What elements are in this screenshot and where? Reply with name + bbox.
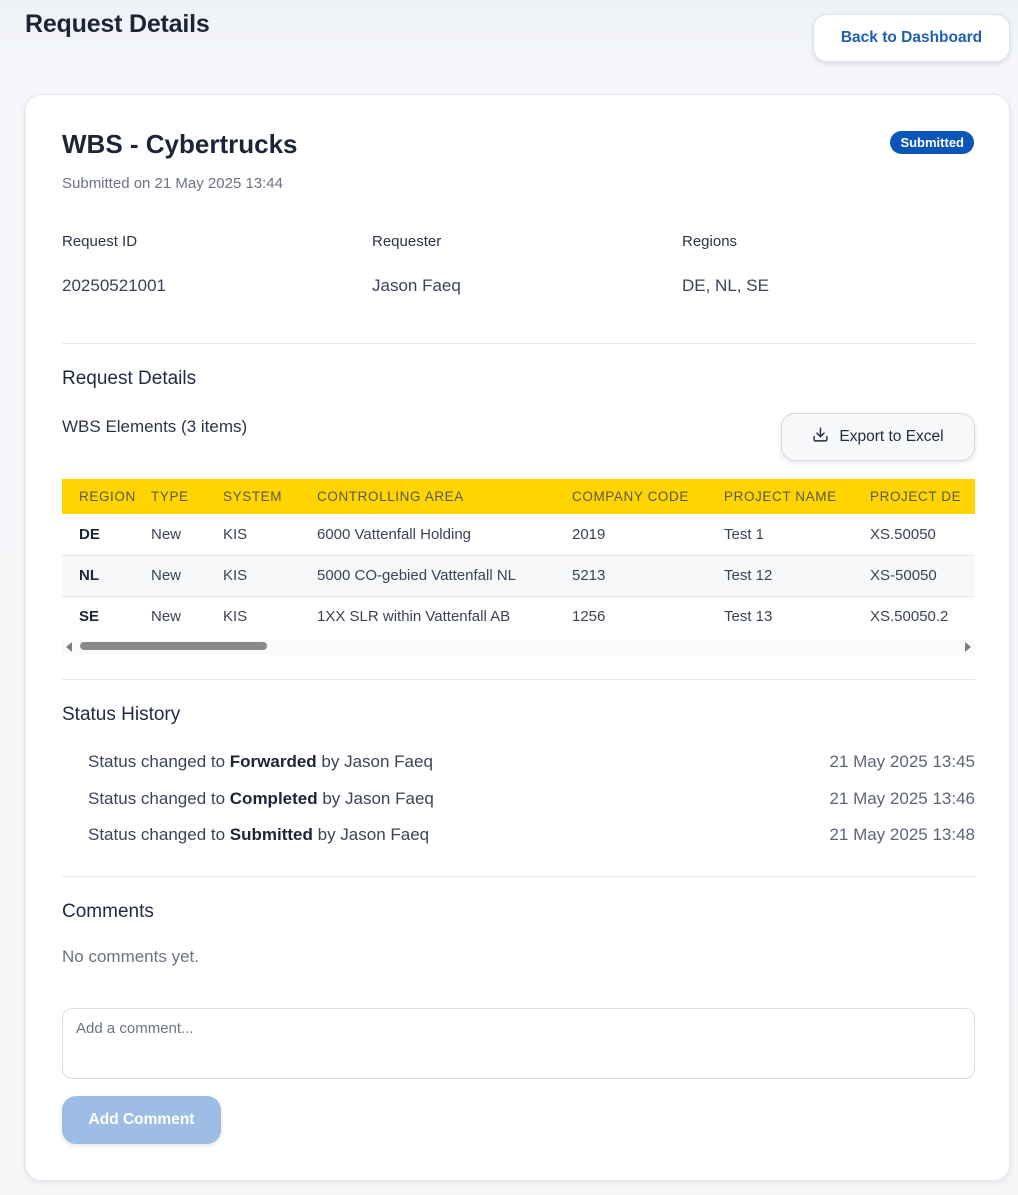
table-cell: 2019 — [572, 525, 606, 543]
column-header-controlling-area[interactable]: CONTROLLING AREA — [317, 479, 572, 514]
column-header-company-code[interactable]: COMPANY CODE — [572, 479, 724, 514]
wbs-elements-label: WBS Elements (3 items) — [62, 417, 248, 436]
table-cell: XS.50050 — [870, 525, 936, 543]
column-header-region[interactable]: REGION — [62, 479, 151, 514]
meta-regions: Regions DE, NL, SE — [682, 233, 769, 295]
divider — [62, 343, 975, 344]
table-cell: 5213 — [572, 567, 606, 584]
history-item: Status changed to Submitted by Jason Fae… — [88, 825, 975, 845]
history-text: Status changed to Submitted by Jason Fae… — [88, 825, 430, 844]
history-text: Status changed to Forwarded by Jason Fae… — [88, 752, 433, 771]
wbs-table: REGION TYPE SYSTEM CONTROLLING AREA COMP… — [62, 479, 975, 637]
table-cell: 6000 Vattenfall Holding — [317, 525, 471, 543]
history-time: 21 May 2025 13:46 — [829, 789, 975, 808]
table-cell: 1XX SLR within Vattenfall AB — [317, 608, 511, 626]
submitted-on-text: Submitted on 21 May 2025 13:44 — [62, 175, 283, 192]
table-cell: 1256 — [572, 608, 606, 626]
table-row: DE New KIS 6000 Vattenfall Holding 2019 … — [62, 514, 975, 555]
table-cell: NL — [79, 567, 99, 584]
export-label: Export to Excel — [839, 428, 944, 445]
column-header-project-description[interactable]: PROJECT DE — [870, 479, 975, 514]
page-title: Request Details — [25, 10, 210, 38]
table-row: SE New KIS 1XX SLR within Vattenfall AB … — [62, 596, 975, 637]
request-card: WBS - Cybertrucks Submitted on 21 May 20… — [25, 94, 1010, 1181]
scroll-right-arrow-icon[interactable] — [965, 642, 971, 652]
page: Request Details Back to Dashboard WBS - … — [0, 0, 1018, 1195]
table-cell: New — [151, 608, 182, 626]
table-cell: 5000 CO-gebied Vattenfall NL — [317, 567, 517, 584]
table-cell: Test 13 — [724, 608, 773, 626]
table-cell: DE — [79, 525, 100, 543]
meta-request-id: Request ID 20250521001 — [62, 233, 166, 295]
history-time: 21 May 2025 13:48 — [829, 825, 975, 844]
history-text: Status changed to Completed by Jason Fae… — [88, 789, 434, 808]
wbs-table-container[interactable]: REGION TYPE SYSTEM CONTROLLING AREA COMP… — [62, 479, 975, 655]
history-time: 21 May 2025 13:45 — [829, 752, 975, 771]
meta-value: 20250521001 — [62, 276, 167, 295]
export-to-excel-button[interactable]: Export to Excel — [781, 413, 975, 461]
divider — [62, 679, 975, 680]
table-cell: XS-50050 — [870, 567, 937, 584]
no-comments-text: No comments yet. — [62, 947, 199, 966]
table-cell: Test 1 — [724, 525, 765, 543]
meta-label: Request ID — [62, 233, 138, 250]
scroll-left-arrow-icon[interactable] — [66, 642, 72, 652]
table-cell: KIS — [223, 608, 248, 626]
divider — [62, 876, 975, 877]
comment-input[interactable] — [62, 1008, 975, 1079]
table-cell: XS.50050.2 — [870, 608, 949, 626]
table-cell: SE — [79, 608, 100, 626]
table-cell: New — [151, 525, 182, 543]
meta-label: Requester — [372, 233, 442, 250]
request-title: WBS - Cybertrucks — [62, 129, 298, 159]
column-header-project-name[interactable]: PROJECT NAME — [724, 479, 870, 514]
scrollbar-thumb[interactable] — [80, 642, 267, 650]
table-cell: Test 12 — [724, 567, 773, 584]
table-cell: New — [151, 567, 182, 584]
table-row: NL New KIS 5000 CO-gebied Vattenfall NL … — [62, 555, 975, 596]
status-history-heading: Status History — [62, 704, 181, 725]
add-comment-button[interactable]: Add Comment — [62, 1096, 221, 1144]
history-item: Status changed to Completed by Jason Fae… — [88, 789, 975, 809]
meta-label: Regions — [682, 233, 738, 250]
request-details-heading: Request Details — [62, 368, 197, 389]
horizontal-scrollbar[interactable] — [62, 639, 975, 655]
meta-requester: Requester Jason Faeq — [372, 233, 461, 295]
download-icon — [812, 426, 829, 448]
column-header-system[interactable]: SYSTEM — [223, 479, 317, 514]
meta-value: DE, NL, SE — [682, 276, 769, 295]
status-badge: Submitted — [890, 131, 974, 154]
history-item: Status changed to Forwarded by Jason Fae… — [88, 752, 975, 772]
table-cell: KIS — [223, 567, 248, 584]
table-header-row: REGION TYPE SYSTEM CONTROLLING AREA COMP… — [62, 479, 975, 514]
table-cell: KIS — [223, 525, 248, 543]
comments-heading: Comments — [62, 901, 154, 922]
meta-value: Jason Faeq — [372, 276, 461, 295]
back-to-dashboard-button[interactable]: Back to Dashboard — [813, 14, 1010, 62]
column-header-type[interactable]: TYPE — [151, 479, 223, 514]
